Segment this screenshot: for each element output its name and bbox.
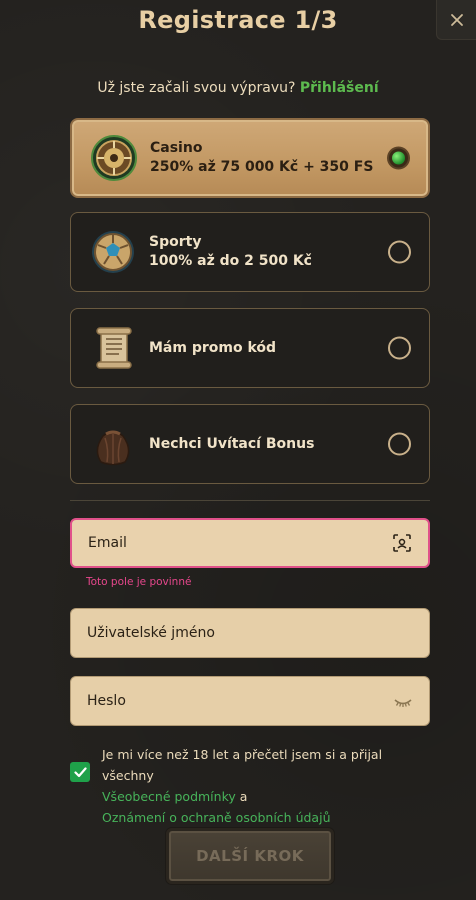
email-error-message: Toto pole je povinné xyxy=(86,576,192,588)
bonus-radio[interactable] xyxy=(388,240,411,264)
bonus-title: Sporty xyxy=(149,234,202,250)
username-input[interactable] xyxy=(71,609,429,657)
next-step-button[interactable]: DALŠÍ KROK xyxy=(166,828,334,884)
bonus-option-sport[interactable]: Sporty 100% až do 2 500 Kč xyxy=(70,212,430,292)
privacy-link[interactable]: Oznámení o ochraně osobních údajů xyxy=(102,810,331,825)
consent-checkbox[interactable] xyxy=(70,762,90,782)
bonus-radio[interactable] xyxy=(388,336,411,360)
bonus-option-none[interactable]: Nechci Uvítací Bonus xyxy=(70,404,430,484)
bonus-title: Mám promo kód xyxy=(149,339,277,356)
username-field[interactable] xyxy=(70,608,430,658)
pouch-icon xyxy=(96,430,130,466)
bonus-option-casino[interactable]: Casino 250% až 75 000 Kč + 350 FS xyxy=(70,118,430,198)
bonus-title: Casino xyxy=(150,140,203,156)
bonus-option-promo[interactable]: Mám promo kód xyxy=(70,308,430,388)
bonus-description: 100% až do 2 500 Kč xyxy=(149,253,312,269)
email-field[interactable] xyxy=(70,518,430,568)
login-link[interactable]: Přihlášení xyxy=(300,80,379,96)
scan-face-icon[interactable] xyxy=(392,533,412,553)
scroll-icon xyxy=(96,327,132,369)
radio-dot-icon xyxy=(392,151,405,165)
login-prompt: Už jste začali svou výpravu? Přihlášení xyxy=(0,80,476,96)
checkmark-icon xyxy=(73,766,87,777)
bonus-radio[interactable] xyxy=(388,432,411,456)
close-button[interactable] xyxy=(436,0,476,40)
bonus-description: 250% až 75 000 Kč + 350 FS xyxy=(150,159,374,175)
bonus-title: Nechci Uvítací Bonus xyxy=(149,435,315,452)
divider xyxy=(70,500,430,501)
eye-closed-icon[interactable] xyxy=(393,691,413,711)
close-icon xyxy=(450,13,463,26)
consent-block: Je mi více než 18 let a přečetl jsem si … xyxy=(70,744,430,828)
page-title: Registrace 1/3 xyxy=(138,6,338,34)
consent-and: a xyxy=(239,789,248,804)
password-input[interactable] xyxy=(71,677,429,725)
email-input[interactable] xyxy=(72,520,428,566)
password-field[interactable] xyxy=(70,676,430,726)
bonus-radio-selected[interactable] xyxy=(387,146,410,170)
login-prompt-text: Už jste začali svou výpravu? xyxy=(97,80,296,96)
consent-text: Je mi více než 18 let a přečetl jsem si … xyxy=(102,747,383,783)
terms-link[interactable]: Všeobecné podmínky xyxy=(102,789,236,804)
roulette-icon xyxy=(91,135,137,181)
football-icon xyxy=(92,231,134,273)
